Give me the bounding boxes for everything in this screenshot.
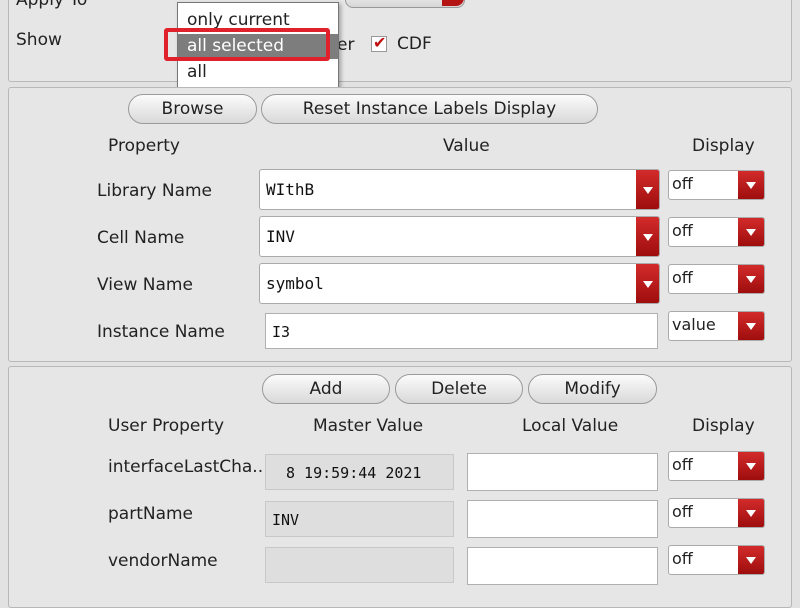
master-value-text: INV	[272, 511, 300, 529]
chevron-down-icon[interactable]	[738, 452, 764, 480]
apply-to-dropdown-list: only current all selected all	[177, 2, 339, 90]
master-value-field	[265, 547, 454, 583]
local-value-input[interactable]	[467, 547, 658, 585]
chevron-down-icon[interactable]	[738, 265, 764, 293]
cdf-label: CDF	[397, 34, 432, 54]
view-name-value: symbol	[266, 274, 324, 293]
user-display-select[interactable]: off	[668, 451, 765, 481]
user-display-value: off	[672, 549, 693, 568]
user-property-label: vendorName	[108, 551, 218, 571]
modify-button[interactable]: Modify	[528, 374, 657, 404]
view-name-label: View Name	[97, 275, 193, 295]
delete-button[interactable]: Delete	[395, 374, 523, 404]
display-column-header: Display	[692, 136, 755, 156]
user-display-value: off	[672, 502, 693, 521]
cell-name-display-select[interactable]: off	[668, 217, 765, 247]
dropdown-option-all-selected[interactable]: all selected	[178, 34, 338, 59]
property-column-header: Property	[108, 136, 180, 156]
apply-to-label: Apply To	[16, 0, 88, 10]
user-property-column-header: User Property	[108, 416, 225, 436]
user-display-value: off	[672, 455, 693, 474]
show-option-partial-label: er	[337, 35, 355, 55]
master-value-column-header: Master Value	[313, 416, 424, 436]
instance-name-display-value: value	[672, 315, 716, 334]
master-value-field: 8 19:59:44 2021	[265, 454, 454, 490]
show-label: Show	[16, 30, 62, 50]
chevron-down-icon[interactable]	[636, 217, 659, 256]
local-value-input[interactable]	[467, 453, 658, 491]
chevron-down-icon[interactable]	[636, 170, 659, 209]
library-name-display-select[interactable]: off	[668, 170, 765, 200]
chevron-down-icon[interactable]	[738, 171, 764, 199]
user-display-select[interactable]: off	[668, 498, 765, 528]
instance-name-display-select[interactable]: value	[668, 311, 765, 341]
instance-name-value: I3	[272, 323, 291, 341]
master-value-field: INV	[265, 501, 454, 537]
view-name-display-value: off	[672, 268, 693, 287]
user-display-select[interactable]: off	[668, 545, 765, 575]
library-name-value: WIthB	[266, 180, 315, 199]
library-name-display-value: off	[672, 174, 693, 193]
master-value-text: 8 19:59:44 2021	[286, 464, 422, 482]
view-name-display-select[interactable]: off	[668, 264, 765, 294]
cell-name-label: Cell Name	[97, 228, 185, 248]
instance-name-label: Instance Name	[97, 322, 225, 342]
cell-name-value: INV	[266, 227, 295, 246]
apply-to-second-button[interactable]	[345, 0, 465, 8]
library-name-combo[interactable]: WIthB	[259, 169, 660, 210]
user-property-label: interfaceLastCha..	[108, 457, 264, 477]
browse-button[interactable]: Browse	[128, 94, 257, 124]
value-column-header: Value	[443, 136, 490, 156]
cell-name-display-value: off	[672, 221, 693, 240]
add-button[interactable]: Add	[262, 374, 390, 404]
library-name-label: Library Name	[97, 181, 212, 201]
dropdown-option-only-current[interactable]: only current	[178, 8, 338, 33]
cell-name-combo[interactable]: INV	[259, 216, 660, 257]
chevron-down-icon[interactable]	[738, 546, 764, 574]
chevron-down-icon[interactable]	[636, 264, 659, 303]
apply-to-second-arrow	[442, 0, 464, 6]
view-name-combo[interactable]: symbol	[259, 263, 660, 304]
cdf-checkbox[interactable]: ✔	[371, 33, 387, 52]
local-value-column-header: Local Value	[522, 416, 619, 436]
checkmark-icon: ✔	[373, 33, 387, 52]
dropdown-option-all[interactable]: all	[178, 60, 338, 85]
user-property-label: partName	[108, 504, 194, 524]
chevron-down-icon[interactable]	[738, 218, 764, 246]
instance-name-input[interactable]: I3	[265, 313, 658, 349]
reset-instance-labels-display-button[interactable]: Reset Instance Labels Display	[261, 94, 598, 124]
chevron-down-icon[interactable]	[738, 312, 764, 340]
local-value-input[interactable]	[467, 500, 658, 538]
chevron-down-icon[interactable]	[738, 499, 764, 527]
user-display-column-header: Display	[692, 416, 755, 436]
